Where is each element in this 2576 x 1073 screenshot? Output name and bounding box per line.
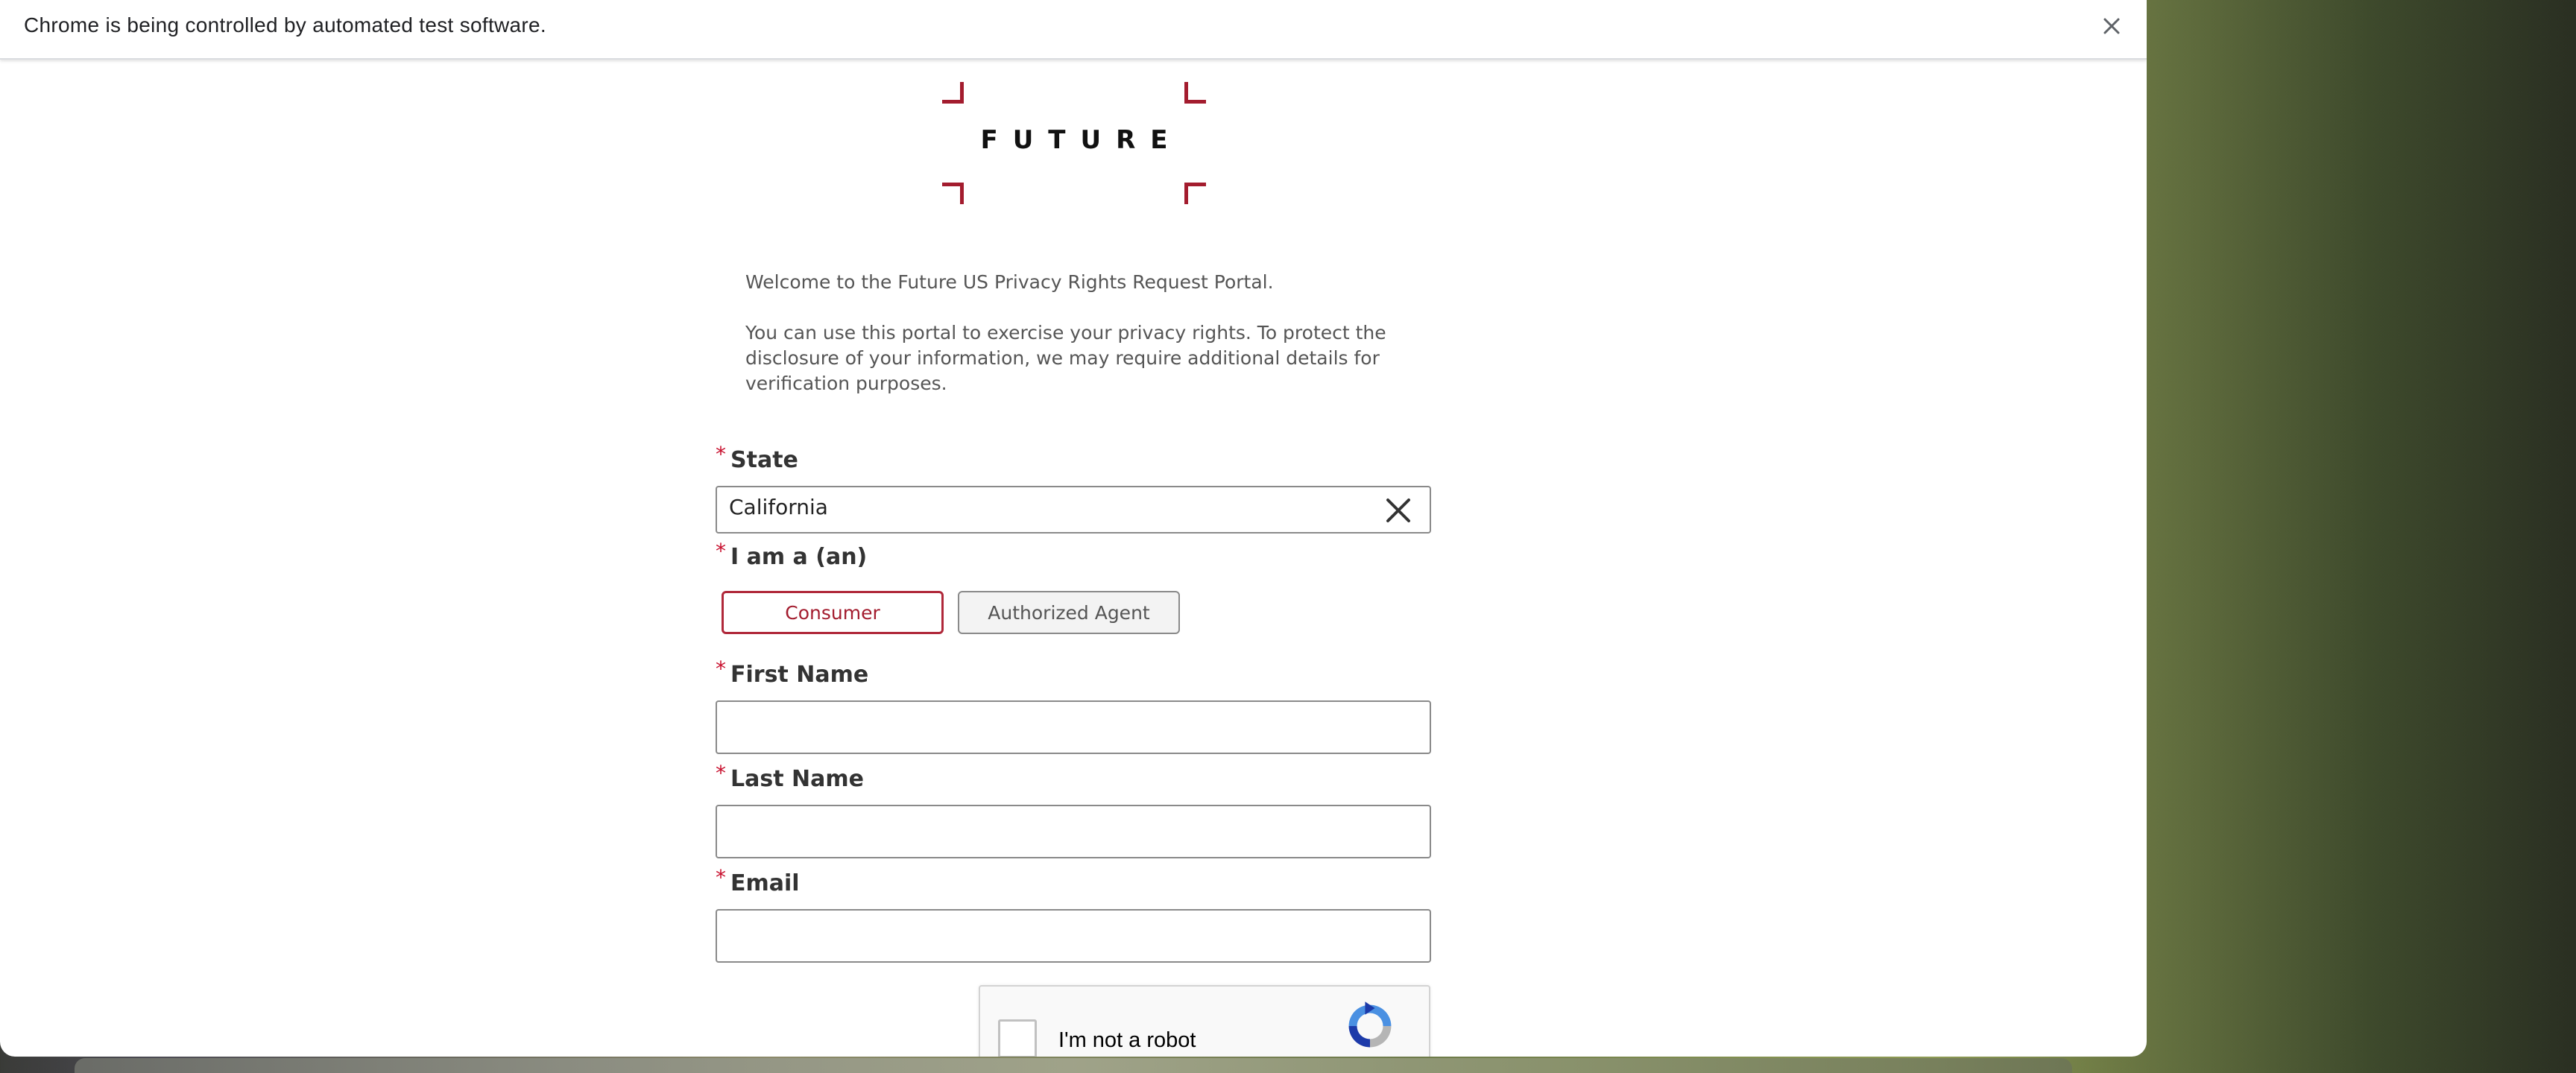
close-icon[interactable] bbox=[1383, 496, 1413, 525]
automation-infobar: Chrome is being controlled by automated … bbox=[0, 0, 2147, 60]
future-logo: FUTURE bbox=[942, 82, 1206, 204]
state-select-value: California bbox=[729, 495, 828, 519]
recaptcha-widget: I'm not a robot bbox=[979, 985, 1430, 1057]
logo-corner-top-right bbox=[1184, 82, 1206, 104]
intro-text: Welcome to the Future US Privacy Rights … bbox=[745, 270, 1416, 396]
requester-type-label: * I am a (an) bbox=[716, 539, 868, 570]
first-name-input[interactable] bbox=[716, 700, 1431, 754]
recaptcha-logo-icon bbox=[1348, 1001, 1392, 1048]
consumer-button[interactable]: Consumer bbox=[722, 591, 944, 634]
logo-corner-bottom-left bbox=[942, 183, 964, 204]
required-marker: * bbox=[716, 656, 726, 681]
email-input[interactable] bbox=[716, 909, 1431, 963]
recaptcha-checkbox[interactable] bbox=[998, 1019, 1037, 1057]
logo-wordmark: FUTURE bbox=[980, 125, 1183, 155]
logo-corner-bottom-right bbox=[1184, 183, 1206, 204]
infobar-close-button[interactable] bbox=[2094, 9, 2129, 43]
required-marker: * bbox=[716, 539, 726, 563]
last-name-label: * Last Name bbox=[716, 761, 864, 792]
first-name-label: * First Name bbox=[716, 656, 869, 688]
welcome-text: Welcome to the Future US Privacy Rights … bbox=[745, 271, 1274, 293]
browser-window: Chrome is being controlled by automated … bbox=[0, 0, 2147, 1057]
required-marker: * bbox=[716, 865, 726, 890]
recaptcha-label: I'm not a robot bbox=[1058, 1028, 1196, 1052]
email-label: * Email bbox=[716, 865, 800, 896]
logo-corner-top-left bbox=[942, 82, 964, 104]
state-select[interactable]: California bbox=[716, 486, 1431, 534]
authorized-agent-button[interactable]: Authorized Agent bbox=[958, 591, 1180, 634]
required-marker: * bbox=[716, 761, 726, 785]
state-label: * State bbox=[716, 442, 798, 473]
infobar-message: Chrome is being controlled by automated … bbox=[24, 13, 546, 37]
close-icon bbox=[2103, 18, 2120, 34]
required-marker: * bbox=[716, 442, 726, 466]
description-text: You can use this portal to exercise your… bbox=[745, 322, 1386, 394]
desktop-dock-edge bbox=[75, 1058, 2072, 1073]
last-name-input[interactable] bbox=[716, 805, 1431, 858]
